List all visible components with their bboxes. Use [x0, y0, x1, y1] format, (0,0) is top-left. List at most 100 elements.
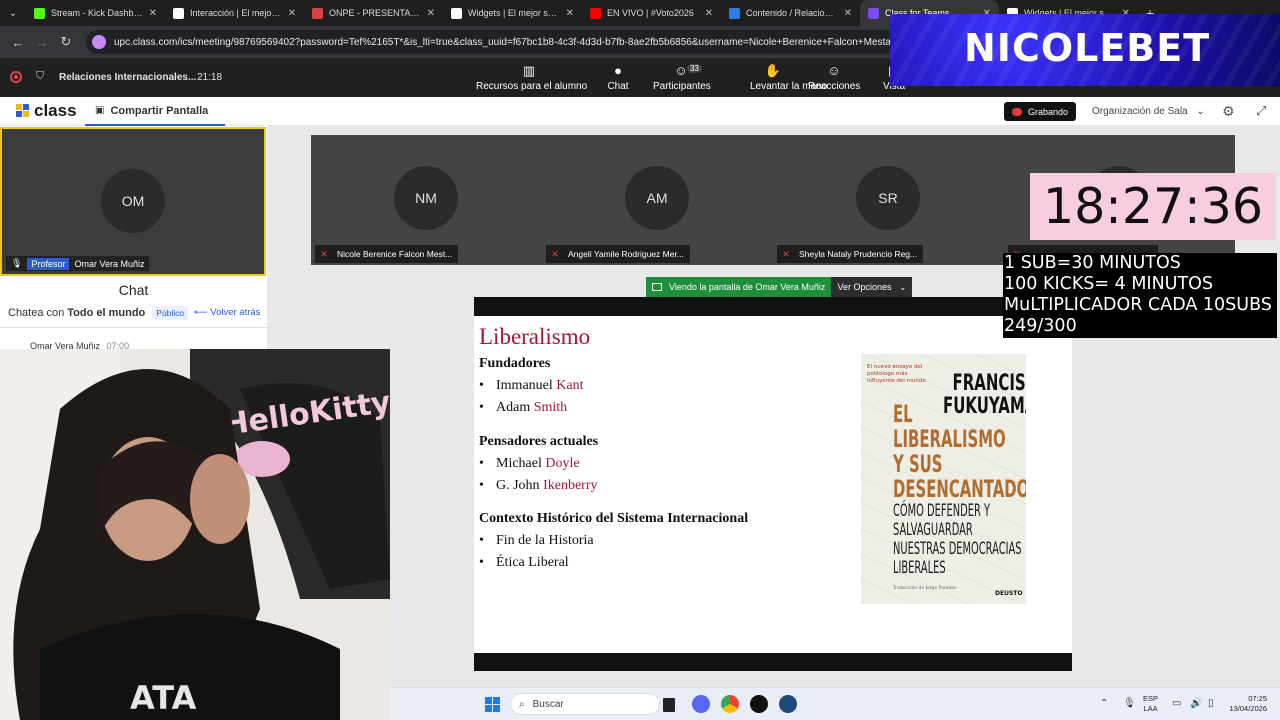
- tab-favicon-icon: [729, 7, 740, 19]
- browser-tab[interactable]: Stream - Kick Dashboard ✕: [26, 0, 165, 26]
- book-title-line: DESENCANTADOS: [893, 475, 1026, 503]
- participant-name: Sheyla Nataly Prudencio Reg...: [799, 249, 918, 259]
- browser-tab[interactable]: Interacción | El mejor soft ✕: [165, 0, 304, 26]
- file-explorer-icon[interactable]: [663, 698, 675, 712]
- taskbar-clock[interactable]: 07:25 13/04/2026: [1225, 694, 1267, 714]
- tab-favicon-icon: [868, 7, 879, 19]
- host-name-label: 🎙 Profesor Omar Vera Muñiz: [6, 256, 150, 271]
- steam-icon[interactable]: [779, 695, 797, 713]
- bullet-text: Ética Liberal: [496, 555, 569, 570]
- expand-icon[interactable]: ⤢: [1256, 103, 1266, 119]
- bullet-text: Adam: [496, 400, 531, 415]
- chat-button[interactable]: ● Chat: [598, 63, 638, 95]
- close-icon[interactable]: ✕: [844, 8, 852, 19]
- book-subtitle-line: NUESTRAS DEMOCRACIAS: [893, 539, 1022, 559]
- gear-icon[interactable]: ⚙: [1222, 103, 1235, 120]
- volume-icon[interactable]: 🔊: [1190, 698, 1202, 709]
- screen-icon: [652, 283, 662, 291]
- search-icon: ⌕: [519, 698, 525, 710]
- participant-tile[interactable]: AM ✕ Angeli Yamile Rodriguez Mer...: [542, 135, 773, 265]
- book-subtitle-line: SALVAGUARDAR: [893, 520, 973, 540]
- toolbar-label: Recursos para el alumno: [476, 81, 588, 92]
- hand-button[interactable]: ✋ Levantar la mano: [750, 63, 827, 95]
- tab-list-button[interactable]: ⌄: [0, 0, 26, 26]
- browser-tab[interactable]: Contenido / Relaciones In ✕: [721, 0, 860, 26]
- book-tagline: El nuevo ensayo del politólogo más influ…: [867, 364, 926, 384]
- chevron-up-icon[interactable]: ⌃: [1100, 698, 1108, 709]
- shared-slide: Liberalismo Fundadores • Immanuel Kant • A…: [474, 316, 1072, 653]
- close-icon[interactable]: ✕: [705, 8, 713, 19]
- discord-icon[interactable]: [692, 695, 710, 713]
- participant-label: ✕ Nicole Berenice Falcon Mest...: [315, 245, 459, 263]
- chat-prefix: Chatea con: [8, 307, 65, 319]
- chrome-icon[interactable]: [721, 695, 739, 713]
- book-author-line: FRANCIS: [952, 371, 1026, 396]
- battery-icon[interactable]: ▯: [1208, 698, 1214, 709]
- windows-taskbar: ⌕ Buscar ⌃ 🎙 ESP LAA ▭ 🔊 ▯ 07:25 13/04/2…: [390, 687, 1280, 720]
- host-avatar: OM: [101, 169, 165, 233]
- participant-avatar: AM: [625, 166, 689, 230]
- chat-target[interactable]: Todo el mundo: [67, 307, 145, 319]
- network-icon[interactable]: ▭: [1172, 698, 1181, 709]
- bar-chart-button[interactable]: ▥ Recursos para el alumno: [476, 63, 588, 95]
- keyboard-layout: LAA: [1143, 704, 1158, 713]
- tab-title: Contenido / Relaciones In: [746, 8, 838, 18]
- stream-rule-line: 1 SUB=30 MINUTOS: [1004, 253, 1181, 273]
- book-title-line: Y SUS: [893, 450, 943, 478]
- tab-favicon-icon: [451, 7, 462, 19]
- close-icon[interactable]: ✕: [566, 8, 574, 19]
- mic-off-icon: ✕: [782, 248, 790, 259]
- book-title: EL LIBERALISMO Y SUS DESENCANTADOS: [893, 402, 1026, 502]
- chat-back-button[interactable]: ⟵ Volver atrás: [194, 307, 260, 318]
- obs-icon[interactable]: [750, 695, 768, 713]
- class-logo: class: [16, 101, 77, 121]
- browser-tab[interactable]: EN VIVO | #Voto2026 ✕: [582, 0, 721, 26]
- close-icon[interactable]: ✕: [427, 8, 435, 19]
- mic-off-icon: ✕: [551, 248, 559, 259]
- book-title-line: LIBERALISMO: [893, 425, 1006, 453]
- windows-start-icon[interactable]: [485, 697, 500, 712]
- stream-timer: 18:27:36: [1030, 173, 1276, 240]
- language-indicator[interactable]: ESP LAA: [1143, 694, 1158, 714]
- chat-title: Chat: [118, 282, 149, 298]
- participant-count-badge: 33: [687, 64, 702, 73]
- record-indicator-icon: [10, 71, 22, 83]
- slide-bullet: • Michael Doyle: [479, 456, 580, 471]
- close-icon[interactable]: ✕: [288, 8, 296, 19]
- book-cover: El nuevo ensayo del politólogo más influ…: [861, 354, 1026, 604]
- toolbar-label: Participantes: [653, 81, 711, 92]
- site-info-icon[interactable]: [92, 35, 106, 49]
- participant-label: ✕ Angeli Yamile Rodriguez Mer...: [546, 245, 690, 263]
- book-translator: Traducción de Jorge Paredes: [893, 586, 957, 591]
- chat-visibility-badge: Público: [152, 306, 189, 320]
- bullet-highlight: Doyle: [545, 456, 580, 471]
- streamer-webcam: HelloKitty ATA: [0, 349, 390, 720]
- chat-back-label: Volver atrás: [210, 307, 261, 318]
- mic-off-icon: ✕: [320, 248, 328, 259]
- share-screen-tab[interactable]: ▣ Compartir Pantalla: [85, 97, 225, 126]
- chat-recipient: Chatea con Todo el mundo Público: [8, 306, 189, 320]
- forward-icon[interactable]: →: [30, 30, 54, 54]
- reaction-button[interactable]: ☺ Reacciones: [808, 63, 860, 95]
- class-subheader: class ▣ Compartir Pantalla Grabando Orga…: [0, 97, 1280, 126]
- slide-section-title: Pensadores actuales: [479, 434, 599, 449]
- participants-button[interactable]: ☺ Participantes 33: [653, 63, 711, 95]
- microphone-icon: 🎙: [11, 258, 23, 268]
- slide-bullet: • Fin de la Historia: [479, 533, 594, 548]
- participant-tile[interactable]: NM ✕ Nicole Berenice Falcon Mest...: [311, 135, 542, 265]
- taskbar-search[interactable]: ⌕ Buscar: [510, 693, 660, 715]
- browser-tab[interactable]: ONPE - PRESENTACIÓN D ✕: [304, 0, 443, 26]
- back-icon[interactable]: ←: [6, 30, 30, 54]
- host-video-tile[interactable]: OM 🎙 Profesor Omar Vera Muñiz: [0, 127, 266, 276]
- room-organization-label: Organización de Sala: [1092, 106, 1188, 117]
- reload-icon[interactable]: ↻: [54, 30, 78, 54]
- microphone-icon[interactable]: 🎙: [1123, 698, 1136, 709]
- view-options-button[interactable]: Ver Opciones ⌄: [831, 277, 913, 297]
- tab-title: EN VIVO | #Voto2026: [607, 8, 694, 18]
- tab-title: Stream - Kick Dashboard: [51, 8, 143, 18]
- close-icon[interactable]: ✕: [149, 8, 157, 19]
- room-organization-dropdown[interactable]: Organización de Sala ⌄: [1092, 106, 1205, 117]
- participant-tile[interactable]: SR ✕ Sheyla Nataly Prudencio Reg...: [773, 135, 1004, 265]
- browser-tab[interactable]: Widgets | El mejor softw ✕: [443, 0, 582, 26]
- address-bar[interactable]: upc.class.com/ics/meeting/98769569402?pa…: [86, 30, 906, 54]
